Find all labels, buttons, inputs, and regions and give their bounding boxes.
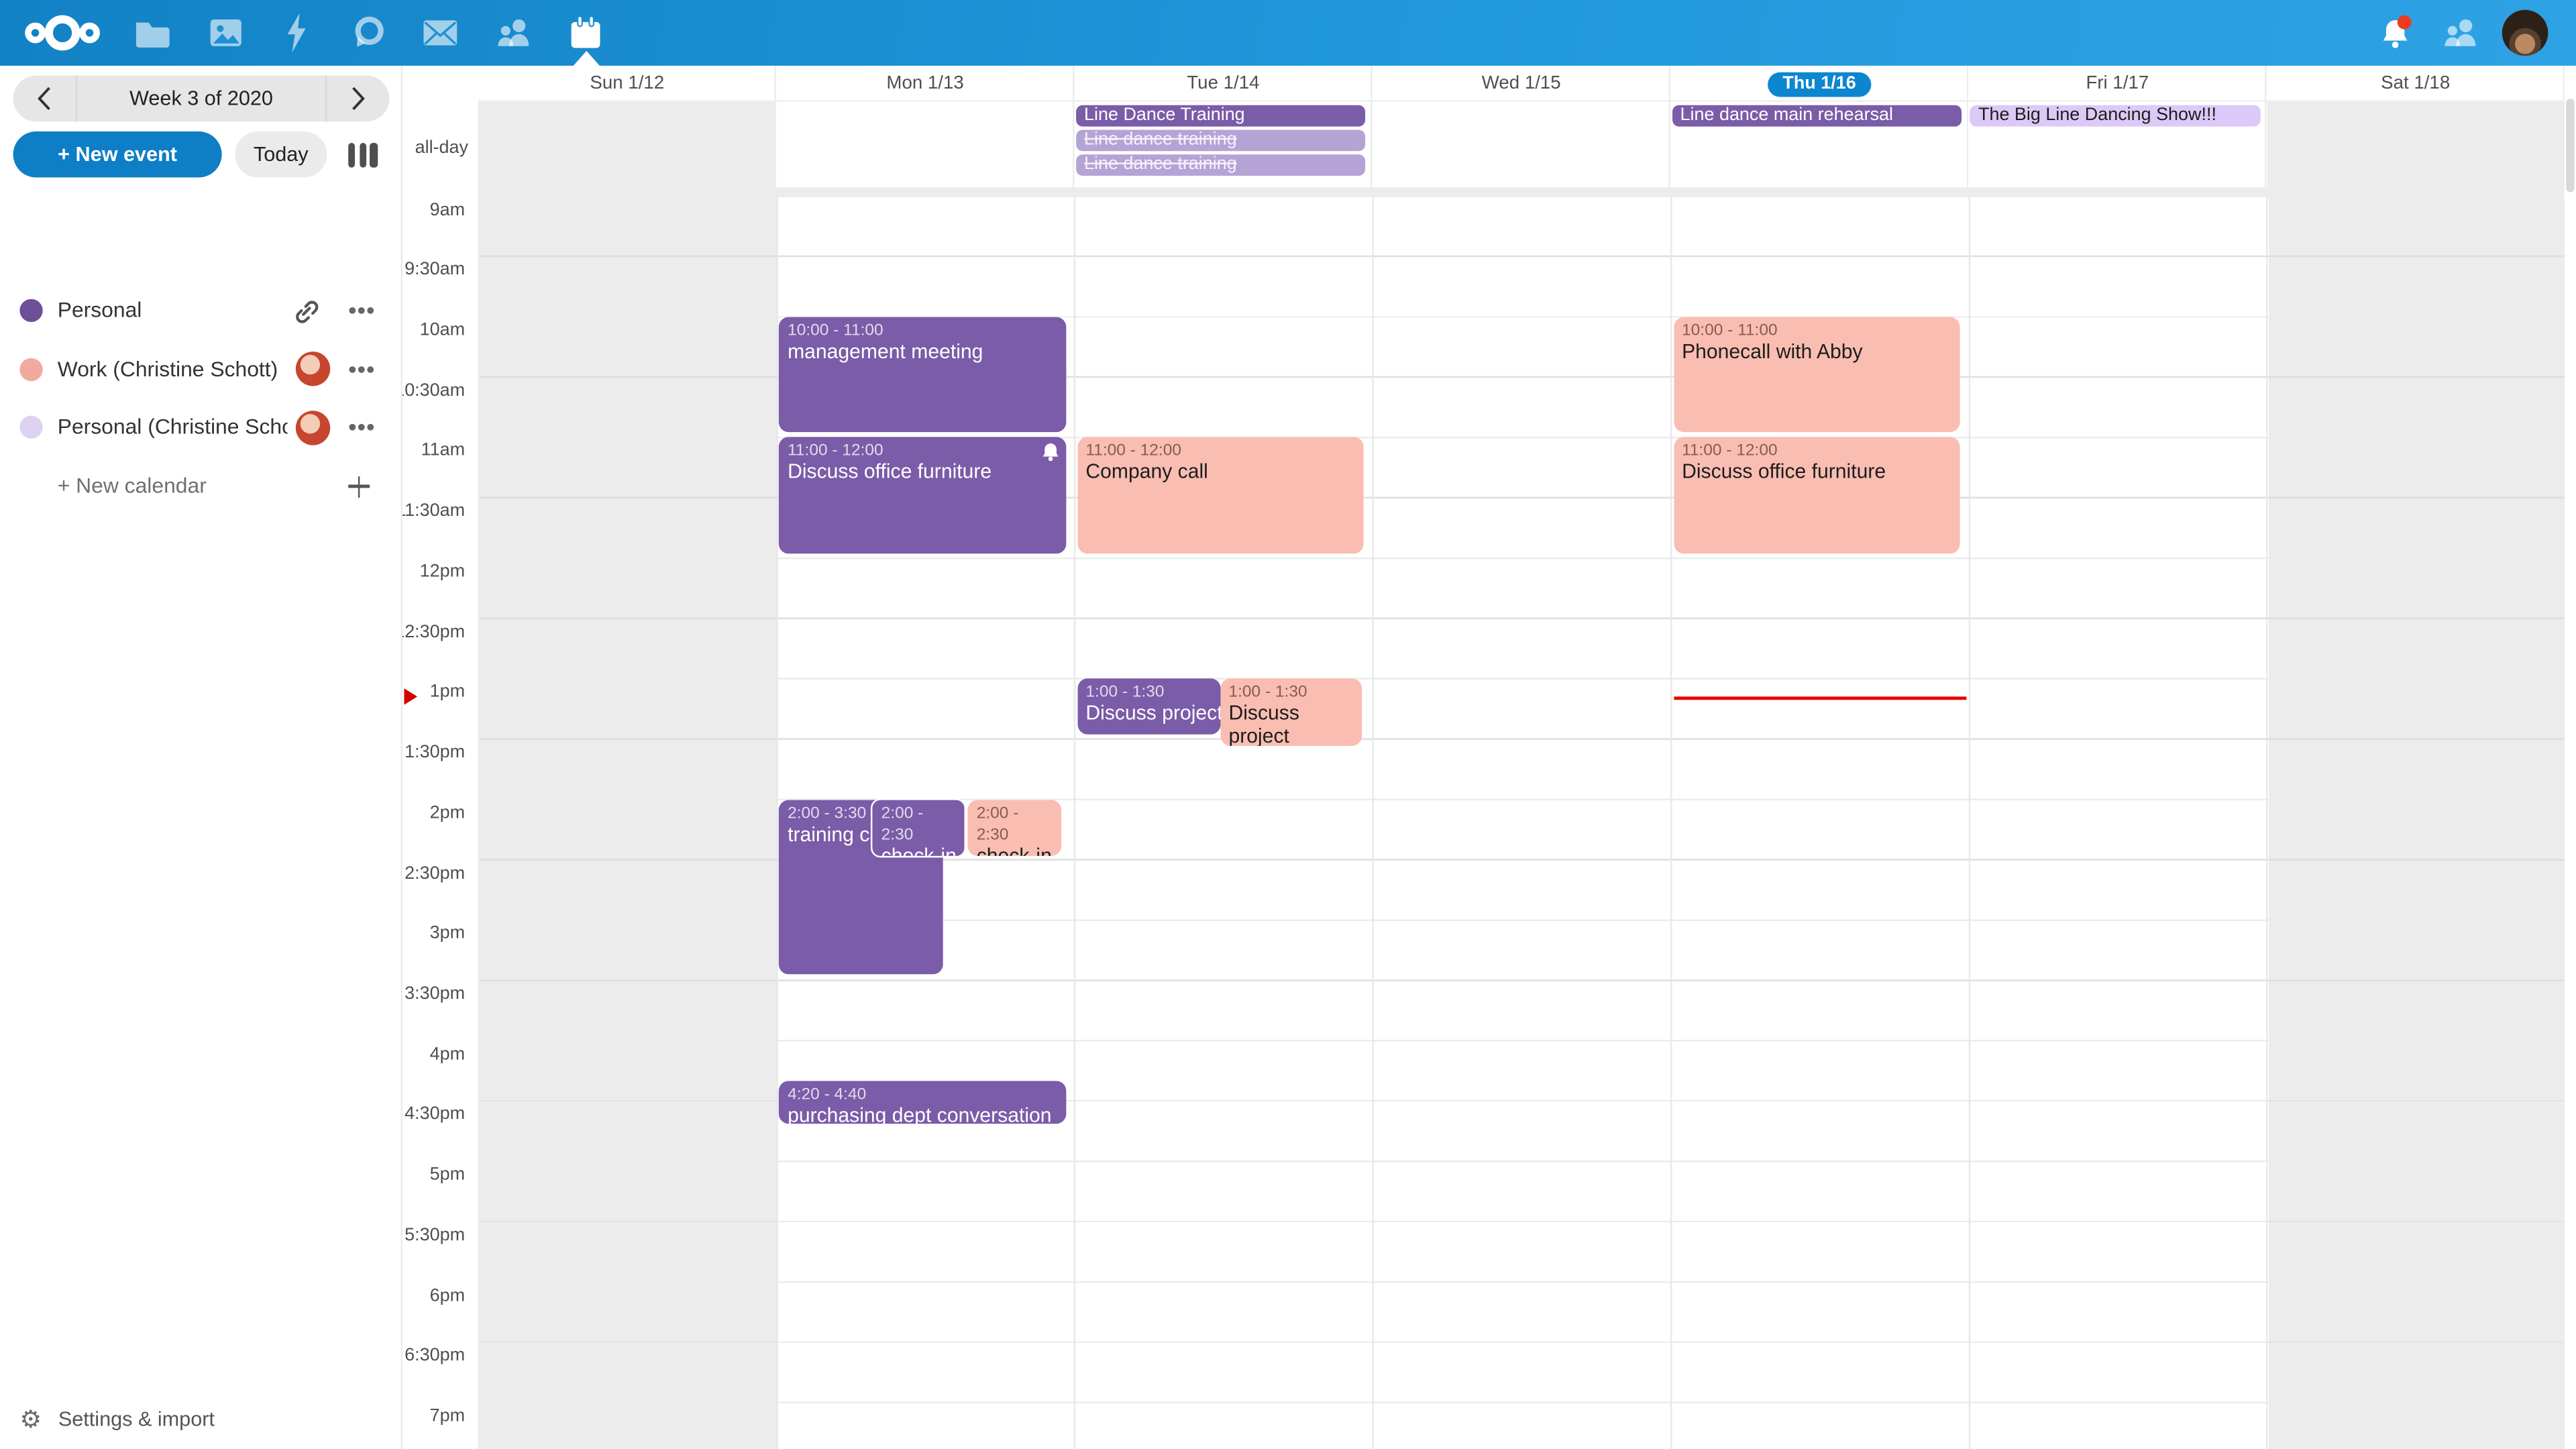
week-label: Week 3 of 2020 (76, 76, 327, 122)
mail-app-icon[interactable] (407, 0, 473, 66)
event[interactable]: 2:00 - 2:30 check-in (968, 800, 1062, 856)
current-time-line (1674, 696, 1968, 700)
talk-app-icon[interactable] (335, 0, 401, 66)
three-dots-icon (358, 307, 365, 314)
sidebar: Week 3 of 2020 + New event Today Persona… (0, 66, 402, 1449)
event[interactable]: 1:00 - 1:30 Discuss project announcement (1220, 679, 1362, 746)
day-header-fri: Fri 1/17 (1968, 66, 2266, 102)
three-dots-icon (358, 366, 365, 372)
week-grid: 10:00 - 11:00 management meeting 11:00 -… (478, 195, 2565, 1449)
day-header-sun: Sun 1/12 (478, 66, 776, 102)
new-calendar-label: + New calendar (58, 462, 207, 511)
event[interactable]: 4:20 - 4:40 purchasing dept conversation (780, 1081, 1066, 1124)
view-switcher-icon[interactable] (348, 143, 384, 168)
share-link-icon[interactable] (292, 286, 321, 335)
calendar-actions-menu[interactable] (345, 286, 378, 335)
today-button[interactable]: Today (235, 131, 327, 178)
allday-event[interactable]: The Big Line Dancing Show!!! (1970, 105, 2260, 127)
three-dots-icon (358, 424, 365, 431)
day-header-tue: Tue 1/14 (1074, 66, 1372, 102)
event[interactable]: 1:00 - 1:30 Discuss project announcement (1077, 679, 1220, 735)
scrollbar-thumb[interactable] (2567, 99, 2574, 193)
week-navigation: Week 3 of 2020 (13, 76, 390, 122)
weekend-shade-sunday (478, 102, 776, 186)
next-week-button[interactable] (327, 76, 389, 122)
top-bar (0, 0, 2576, 66)
calendar-label: Personal (Christine Scho… (58, 402, 288, 451)
time-gutter: 9am 9:30am 10am 10:30am 11am 11:30am 12p… (402, 195, 478, 1449)
new-calendar-button[interactable]: + New calendar (0, 462, 402, 511)
day-column-tue[interactable]: 11:00 - 12:00 Company call 1:00 - 1:30 D… (1076, 195, 1374, 1449)
owner-avatar (296, 344, 330, 393)
event[interactable]: 10:00 - 11:00 Phonecall with Abby (1674, 317, 1960, 432)
chevron-left-icon (36, 85, 52, 111)
weekend-shade-saturday (2268, 195, 2566, 1449)
sidebar-item-calendar-personal[interactable]: Personal (0, 286, 402, 335)
nextcloud-logo-icon (25, 8, 101, 57)
scrollbar-track (2565, 66, 2576, 1449)
active-app-caret (574, 51, 600, 66)
gear-icon: ⚙ (19, 1407, 42, 1432)
contacts-menu-icon[interactable] (2426, 0, 2492, 66)
weekend-shade-saturday (2267, 102, 2565, 186)
new-event-button[interactable]: + New event (13, 131, 222, 178)
user-avatar[interactable] (2502, 10, 2548, 56)
calendar-actions-menu[interactable] (345, 344, 378, 393)
activity-app-icon[interactable] (263, 0, 329, 66)
event[interactable]: 2:00 - 2:30 check-in (871, 798, 967, 857)
calendar-week-view: Sun 1/12 Mon 1/13 Tue 1/14 Wed 1/15 Thu … (402, 66, 2576, 1449)
allday-event-cancelled[interactable]: Line dance training (1076, 154, 1366, 176)
calendar-color-dot (19, 358, 42, 380)
photos-app-icon[interactable] (193, 0, 258, 66)
files-app-icon[interactable] (120, 0, 186, 66)
day-column-thu[interactable]: 10:00 - 11:00 Phonecall with Abby 11:00 … (1672, 195, 1970, 1449)
reminder-bell-icon (1041, 443, 1059, 462)
weekend-shade-sunday (480, 195, 777, 1449)
calendar-label: Personal (58, 286, 142, 335)
event[interactable]: 11:00 - 12:00 Company call (1077, 437, 1364, 553)
notification-badge (2398, 15, 2412, 30)
plus-icon (348, 476, 370, 497)
settings-label: Settings & import (58, 1408, 215, 1431)
previous-week-button[interactable] (13, 76, 76, 122)
day-header-wed: Wed 1/15 (1373, 66, 1670, 102)
nextcloud-logo[interactable] (16, 0, 108, 66)
owner-avatar (296, 402, 330, 451)
today-pill: Thu 1/16 (1768, 72, 1870, 97)
allday-event-cancelled[interactable]: Line dance training (1076, 129, 1366, 152)
all-day-row: Line Dance Training Line dance training … (478, 102, 2565, 195)
day-header-mon: Mon 1/13 (776, 66, 1074, 102)
calendar-label: Work (Christine Schott) (58, 344, 278, 393)
all-day-label: all-day (402, 102, 468, 195)
nextcloud-calendar-app: Week 3 of 2020 + New event Today Persona… (0, 0, 2576, 1449)
current-time-arrow-icon (404, 688, 417, 704)
settings-and-import[interactable]: ⚙ Settings & import (19, 1397, 215, 1443)
chevron-right-icon (350, 85, 366, 111)
notifications-bell-icon[interactable] (2363, 0, 2428, 66)
allday-event[interactable]: Line Dance Training (1076, 105, 1366, 127)
calendar-color-dot (19, 299, 42, 322)
event[interactable]: 10:00 - 11:00 management meeting (780, 317, 1066, 432)
event[interactable]: 11:00 - 12:00 Discuss office furniture (780, 437, 1066, 553)
event[interactable]: 11:00 - 12:00 Discuss office furniture (1674, 437, 1960, 553)
sidebar-item-calendar-work-christine[interactable]: Work (Christine Schott) (0, 344, 402, 393)
day-column-mon[interactable]: 10:00 - 11:00 management meeting 11:00 -… (777, 195, 1075, 1449)
calendar-color-dot (19, 416, 42, 439)
day-header-row: Sun 1/12 Mon 1/13 Tue 1/14 Wed 1/15 Thu … (478, 66, 2565, 102)
allday-event[interactable]: Line dance main rehearsal (1672, 105, 1962, 127)
day-header-thu-today: Thu 1/16 (1670, 66, 1968, 102)
day-header-sat: Sat 1/18 (2267, 66, 2565, 102)
calendar-actions-menu[interactable] (345, 402, 378, 451)
sidebar-item-calendar-personal-christine[interactable]: Personal (Christine Scho… (0, 402, 402, 451)
contacts-app-icon[interactable] (480, 0, 545, 66)
